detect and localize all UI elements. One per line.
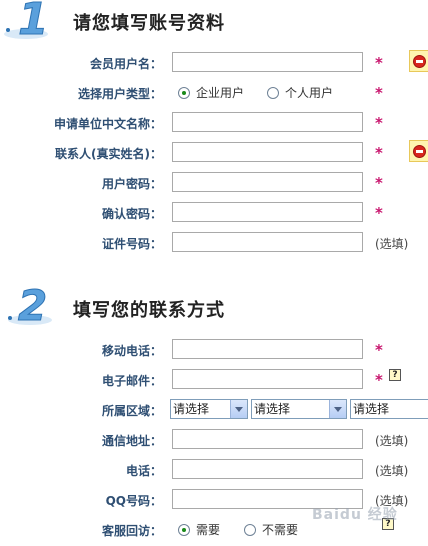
address-optional-hint: (选填) <box>375 434 409 448</box>
radio-enterprise-user[interactable]: 企业用户 <box>178 84 244 101</box>
confirm-password-label: 确认密码： <box>101 207 162 221</box>
section-1-title: 请您填写账号资料 <box>73 13 225 34</box>
province-select[interactable]: 请选择 <box>170 399 248 419</box>
callback-label: 客服回访： <box>101 524 162 538</box>
password-label: 用户密码： <box>101 177 162 191</box>
mobile-required-mark: * <box>375 341 383 359</box>
confirm-password-input[interactable] <box>172 202 363 222</box>
org-name-label: 申请单位中文名称： <box>53 117 162 131</box>
phone-label: 电话： <box>125 464 162 478</box>
chevron-down-icon[interactable] <box>230 400 247 418</box>
section-2-title: 填写您的联系方式 <box>73 300 225 321</box>
step-1-badge: 1 <box>4 0 49 42</box>
address-input[interactable] <box>172 429 363 449</box>
contact-name-label: 联系人(真实姓名)： <box>55 147 162 161</box>
username-input[interactable] <box>172 52 363 72</box>
phone-input[interactable] <box>172 459 363 479</box>
radio-personal-user-label: 个人用户 <box>285 86 334 100</box>
email-input[interactable] <box>172 369 363 389</box>
id-number-input[interactable] <box>172 232 363 252</box>
address-label: 通信地址： <box>101 434 162 448</box>
password-input[interactable] <box>172 172 363 192</box>
radio-callback-yes[interactable]: 需要 <box>178 521 220 538</box>
radio-personal-user[interactable]: 个人用户 <box>267 84 333 101</box>
qq-label: QQ号码： <box>105 494 162 508</box>
district-select[interactable]: 请选择 <box>350 399 428 419</box>
error-icon <box>413 55 426 68</box>
chevron-down-icon[interactable] <box>329 400 346 418</box>
radio-callback-no-label: 不需要 <box>262 523 299 537</box>
contact-name-error-indicator <box>409 140 428 162</box>
confirm-password-required-mark: * <box>375 204 383 222</box>
step-2-badge: 2 <box>8 281 52 328</box>
radio-callback-no-dot[interactable] <box>244 523 256 536</box>
phone-optional-hint: (选填) <box>375 464 409 478</box>
id-number-label: 证件号码： <box>101 237 162 251</box>
email-required-mark: * <box>375 371 383 389</box>
contact-name-required-mark: * <box>375 144 383 162</box>
city-select[interactable]: 请选择 <box>251 399 347 419</box>
email-label: 电子邮件： <box>101 374 162 388</box>
username-required-mark: * <box>375 54 383 72</box>
email-help-icon[interactable]: ? <box>389 369 401 381</box>
district-select-value: 请选择 <box>353 402 390 416</box>
step-2-number: 2 <box>18 281 47 328</box>
radio-callback-yes-dot[interactable] <box>178 523 190 536</box>
radio-callback-yes-label: 需要 <box>196 523 221 537</box>
id-number-optional-hint: (选填) <box>375 237 409 251</box>
radio-callback-no[interactable]: 不需要 <box>244 521 298 538</box>
org-name-input[interactable] <box>172 112 363 132</box>
province-select-value: 请选择 <box>173 402 210 416</box>
region-label: 所属区域： <box>101 404 162 418</box>
radio-enterprise-user-label: 企业用户 <box>196 86 245 100</box>
user-type-required-mark: * <box>375 84 383 102</box>
radio-personal-user-dot[interactable] <box>267 86 279 99</box>
watermark: Baidu 经验 <box>312 507 398 523</box>
city-select-value: 请选择 <box>254 402 291 416</box>
mobile-label: 移动电话： <box>101 344 162 358</box>
user-type-label: 选择用户类型： <box>77 87 162 101</box>
password-required-mark: * <box>375 174 383 192</box>
org-name-required-mark: * <box>375 114 383 132</box>
username-label: 会员用户名： <box>89 57 162 71</box>
mobile-input[interactable] <box>172 339 363 359</box>
contact-name-input[interactable] <box>172 142 363 162</box>
step-1-number: 1 <box>18 0 49 42</box>
radio-enterprise-user-dot[interactable] <box>178 86 190 99</box>
error-icon <box>413 145 426 158</box>
username-error-indicator <box>409 50 428 72</box>
